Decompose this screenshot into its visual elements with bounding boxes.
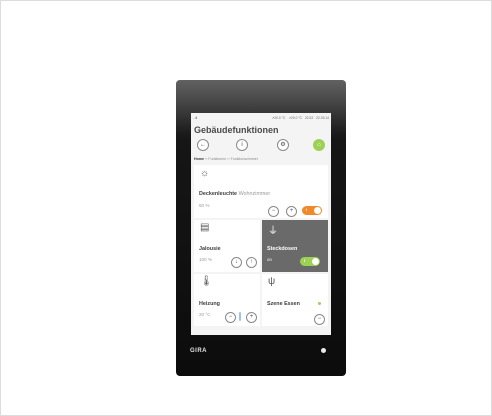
home-button[interactable]: ⌂ xyxy=(313,139,325,151)
tile-jalousie-name: Jalousie xyxy=(199,246,221,252)
signal-indicator: ..ıll xyxy=(193,116,198,120)
tile-steckdosen-name: Steckdosen xyxy=(267,246,298,252)
indoor-temperature: ↗20.0 °C xyxy=(288,116,303,120)
thermometer-icon: 🌡 xyxy=(200,276,213,287)
temperature-down-button[interactable]: − xyxy=(225,312,236,323)
tile-szene-essen-name: Szene Essen xyxy=(267,301,300,307)
tile-heizung-value: 20 °C xyxy=(199,312,211,317)
device-brand: GIRA xyxy=(190,348,207,354)
info-icon: i xyxy=(241,142,243,148)
home-icon: ⌂ xyxy=(317,142,321,148)
navigation-row: ← i ⚙ ⌂ xyxy=(191,139,331,153)
temperature-indicator xyxy=(236,312,244,321)
arrow-up-icon: ↑ xyxy=(250,259,253,265)
toggle-knob xyxy=(314,207,321,214)
tile-deckenleuchte-room: Wohnzimmer xyxy=(238,191,271,197)
tile-heizung[interactable]: 🌡 Heizung 20 °C − + xyxy=(194,274,260,326)
temperature-up-button[interactable]: + xyxy=(246,312,257,323)
minus-icon: − xyxy=(228,314,233,320)
dim-down-button[interactable]: − xyxy=(268,206,279,217)
back-button[interactable]: ← xyxy=(197,139,209,151)
tile-jalousie-value: 100 % xyxy=(199,257,213,262)
breadcrumb-home[interactable]: Home xyxy=(194,157,204,161)
clock: 22:22 xyxy=(304,116,314,120)
info-button[interactable]: i xyxy=(236,139,248,151)
breadcrumb-path: ›› Funktionen ›› Funktionszimmer xyxy=(205,157,258,161)
minus-icon: − xyxy=(271,208,276,214)
plus-icon: + xyxy=(249,314,254,320)
cutlery-icon: ψ xyxy=(268,276,276,287)
deckenleuchte-toggle[interactable]: I xyxy=(302,206,322,215)
tile-szene-essen[interactable]: ψ Szene Essen − xyxy=(262,274,328,326)
tile-deckenleuchte[interactable]: ☼ Deckenleuchte Wohnzimmer 50 % − + I xyxy=(194,165,328,218)
back-icon: ← xyxy=(200,142,206,148)
blind-up-button[interactable]: ↑ xyxy=(246,257,257,268)
tile-heizung-name: Heizung xyxy=(199,301,220,307)
steckdosen-toggle[interactable]: I xyxy=(300,257,320,266)
settings-button[interactable]: ⚙ xyxy=(277,139,289,151)
page-indicator xyxy=(191,329,331,333)
ceiling-light-icon: ☼ xyxy=(200,168,210,179)
blind-down-button[interactable]: ↓ xyxy=(231,257,242,268)
tile-steckdosen[interactable]: ⏚ Steckdosen an I xyxy=(262,220,328,272)
toggle-on-mark: I xyxy=(306,207,308,212)
toggle-knob xyxy=(312,258,319,265)
scene-activate-button[interactable]: − xyxy=(314,314,325,325)
tile-deckenleuchte-value: 50 % xyxy=(199,203,210,208)
status-led xyxy=(321,348,326,353)
status-values: ↗20.0 °C ↗20.0 °C 22:22 22.03.14 xyxy=(270,116,329,120)
dim-up-button[interactable]: + xyxy=(286,206,297,217)
tile-steckdosen-value: an xyxy=(267,257,273,262)
tile-deckenleuchte-name: Deckenleuchte xyxy=(199,191,238,197)
breadcrumb: Home ›› Funktionen ›› Funktionszimmer xyxy=(194,157,258,161)
temperature-bar xyxy=(239,312,241,321)
scene-active-indicator xyxy=(318,302,321,305)
plug-icon: ⏚ xyxy=(268,226,278,237)
settings-icon: ⚙ xyxy=(280,142,286,148)
touch-screen: ..ıll ↗20.0 °C ↗20.0 °C 22:22 22.03.14 G… xyxy=(191,113,331,335)
minus-icon: − xyxy=(317,316,322,322)
tile-deckenleuchte-title: Deckenleuchte Wohnzimmer xyxy=(199,191,270,197)
tile-jalousie[interactable]: ▤ Jalousie 100 % ↓ ↑ xyxy=(194,220,260,272)
toggle-on-mark: I xyxy=(304,258,306,263)
status-bar: ..ıll ↗20.0 °C ↗20.0 °C 22:22 22.03.14 xyxy=(193,115,329,122)
blind-icon: ▤ xyxy=(200,222,210,233)
arrow-down-icon: ↓ xyxy=(235,259,238,265)
outdoor-temperature: ↗20.0 °C xyxy=(271,116,286,120)
page-title: Gebäudefunktionen xyxy=(194,125,279,135)
date: 22.03.14 xyxy=(316,116,329,120)
plus-icon: + xyxy=(289,208,294,214)
